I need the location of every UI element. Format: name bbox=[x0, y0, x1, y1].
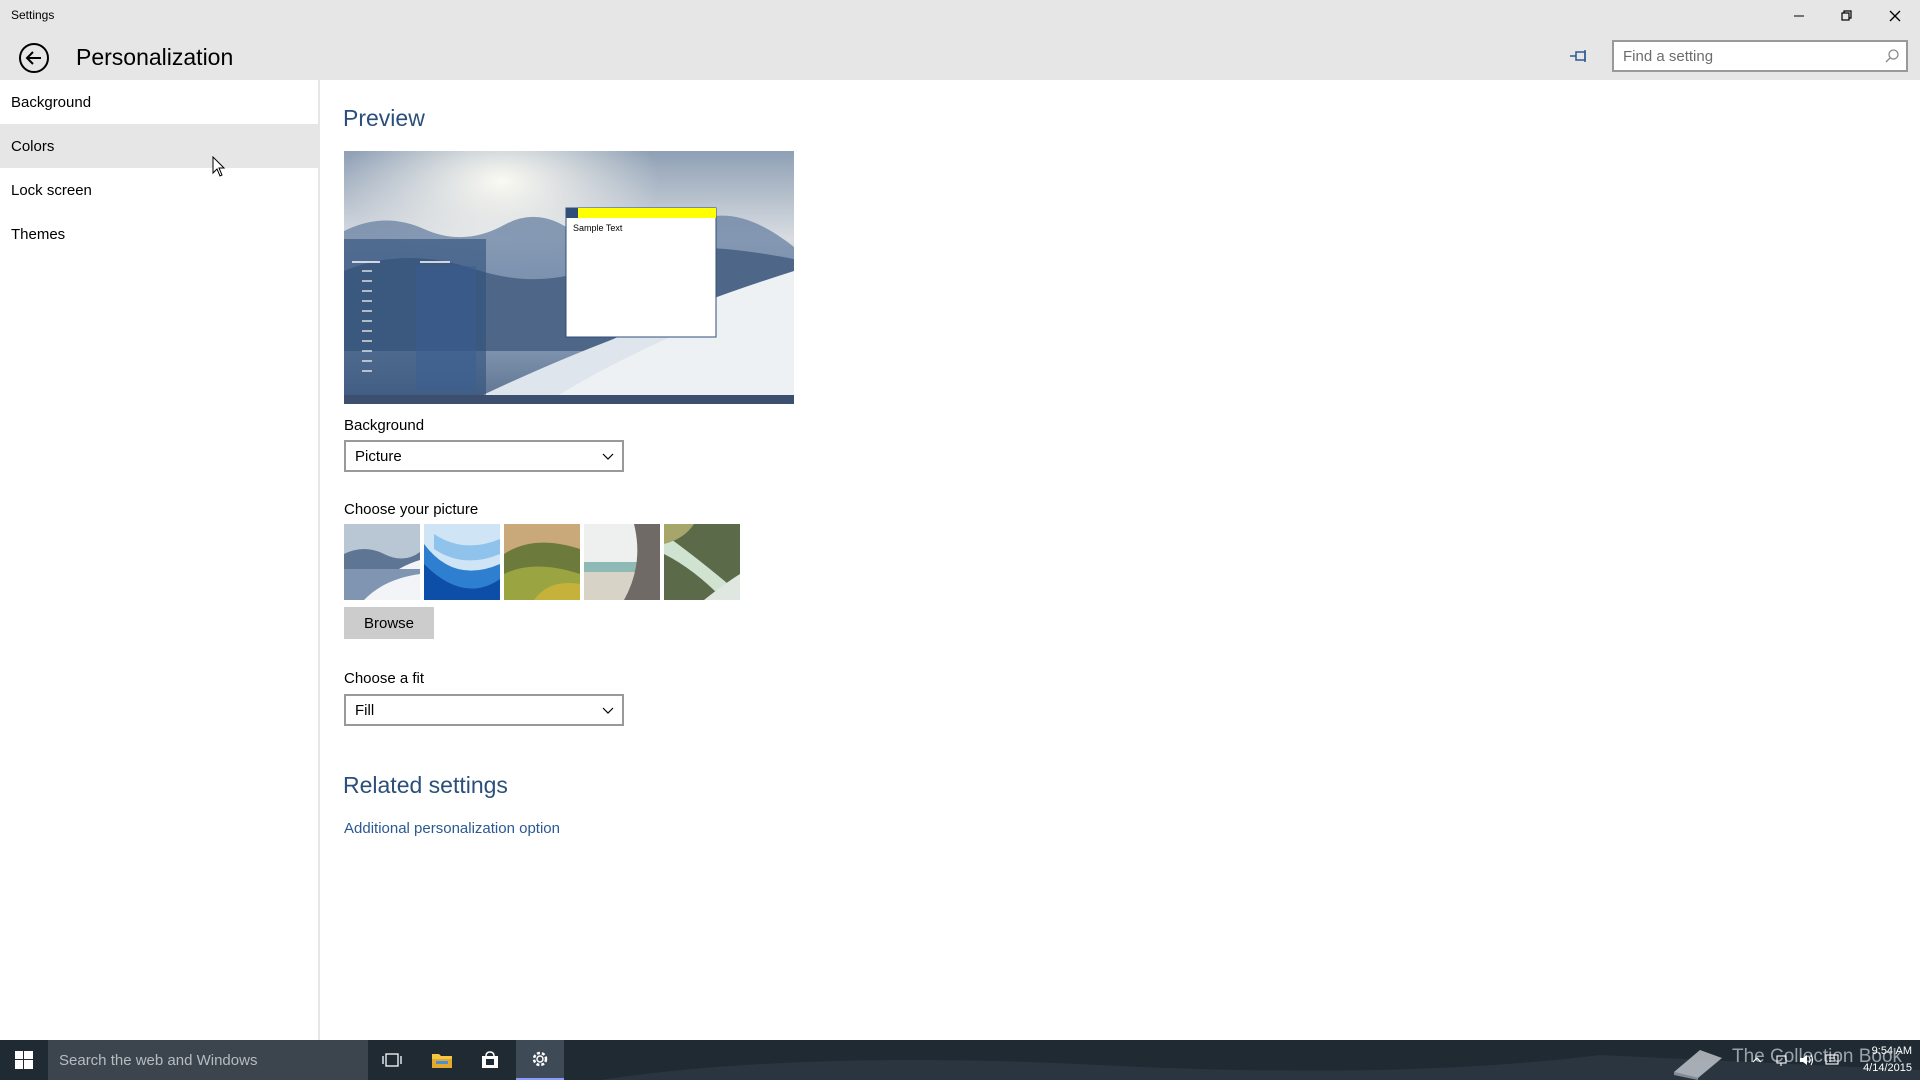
background-label: Background bbox=[344, 417, 425, 434]
desktop-preview: Sample Text bbox=[344, 151, 794, 404]
picture-thumb-beach-rock[interactable] bbox=[584, 524, 660, 600]
preview-sample-text: Sample Text bbox=[573, 223, 623, 233]
sidebar-item-label: Colors bbox=[11, 137, 55, 155]
book-logo-icon bbox=[1674, 1050, 1722, 1080]
chevron-down-icon bbox=[602, 707, 614, 714]
volume-button[interactable] bbox=[1796, 1040, 1818, 1080]
sidebar-item-background[interactable]: Background bbox=[0, 80, 320, 124]
choose-picture-label: Choose your picture bbox=[344, 501, 479, 518]
choose-fit-label: Choose a fit bbox=[344, 670, 425, 687]
restore-icon bbox=[1841, 10, 1852, 21]
start-button[interactable] bbox=[0, 1040, 48, 1080]
sidebar-item-lock-screen[interactable]: Lock screen bbox=[0, 168, 320, 212]
sidebar-item-label: Background bbox=[11, 93, 92, 111]
picture-thumb-blue-wave[interactable] bbox=[424, 524, 500, 600]
preview-wallpaper bbox=[344, 151, 794, 404]
taskbar-search-placeholder: Search the web and Windows bbox=[59, 1051, 258, 1069]
chevron-up-icon bbox=[1752, 1057, 1762, 1063]
task-view-button[interactable] bbox=[368, 1040, 416, 1080]
windows-logo-icon bbox=[15, 1051, 33, 1069]
store-icon bbox=[482, 1051, 498, 1068]
taskbar-clock[interactable]: 9:54 AM 4/14/2015 bbox=[1850, 1043, 1912, 1077]
background-dropdown-value: Picture bbox=[355, 447, 402, 465]
fit-dropdown-value: Fill bbox=[355, 701, 375, 719]
show-hidden-icons-button[interactable] bbox=[1746, 1040, 1768, 1080]
taskbar-search-box[interactable]: Search the web and Windows bbox=[48, 1040, 368, 1080]
preview-heading: Preview bbox=[343, 105, 425, 131]
network-icon bbox=[1776, 1055, 1787, 1066]
main-content: Preview Sample Text Background Picture C… bbox=[322, 80, 1920, 1040]
pin-icon bbox=[1570, 50, 1586, 62]
action-center-button[interactable] bbox=[1821, 1040, 1843, 1080]
settings-icon bbox=[532, 1051, 548, 1067]
restore-button[interactable] bbox=[1824, 0, 1870, 32]
close-icon bbox=[1889, 10, 1901, 22]
chevron-down-icon bbox=[602, 453, 614, 460]
clock-date: 4/14/2015 bbox=[1863, 1062, 1912, 1074]
settings-taskbar-button[interactable] bbox=[516, 1040, 564, 1080]
page-header: Personalization bbox=[0, 32, 1920, 80]
related-settings-heading: Related settings bbox=[343, 772, 508, 798]
minimize-icon bbox=[1794, 15, 1804, 17]
picture-thumb-aerial-river[interactable] bbox=[664, 524, 740, 600]
back-button[interactable] bbox=[16, 40, 52, 76]
back-arrow-icon bbox=[19, 43, 49, 73]
title-bar: Settings bbox=[0, 0, 1920, 32]
notification-icon bbox=[1825, 1054, 1839, 1065]
additional-personalization-link[interactable]: Additional personalization option bbox=[344, 820, 560, 837]
sidebar-item-themes[interactable]: Themes bbox=[0, 212, 320, 256]
browse-button[interactable]: Browse bbox=[344, 607, 434, 639]
file-explorer-button[interactable] bbox=[418, 1040, 466, 1080]
settings-search-box[interactable] bbox=[1612, 40, 1908, 72]
sidebar-item-label: Themes bbox=[11, 225, 66, 243]
minimize-button[interactable] bbox=[1776, 0, 1822, 32]
file-explorer-icon bbox=[432, 1054, 452, 1068]
volume-icon bbox=[1800, 1054, 1814, 1066]
settings-search-input[interactable] bbox=[1614, 42, 1864, 70]
mouse-cursor-icon bbox=[212, 156, 226, 177]
picture-thumb-green-hills[interactable] bbox=[504, 524, 580, 600]
sidebar-item-label: Lock screen bbox=[11, 181, 92, 199]
search-icon[interactable] bbox=[1884, 48, 1900, 64]
clock-time: 9:54 AM bbox=[1871, 1045, 1912, 1057]
task-view-icon bbox=[382, 1053, 402, 1067]
pin-to-start-button[interactable] bbox=[1565, 42, 1593, 70]
sidebar: Background Colors Lock screen Themes bbox=[0, 80, 320, 1040]
network-button[interactable] bbox=[1772, 1040, 1794, 1080]
taskbar: Search the web and Windows The Collectio… bbox=[0, 1040, 1920, 1080]
background-dropdown[interactable]: Picture bbox=[344, 440, 624, 472]
fit-dropdown[interactable]: Fill bbox=[344, 694, 624, 726]
sidebar-item-colors[interactable]: Colors bbox=[0, 124, 320, 168]
page-title: Personalization bbox=[76, 44, 234, 70]
store-button[interactable] bbox=[466, 1040, 514, 1080]
picture-thumb-snowy-mountains[interactable] bbox=[344, 524, 420, 600]
app-title: Settings bbox=[11, 8, 55, 22]
close-button[interactable] bbox=[1872, 0, 1918, 32]
